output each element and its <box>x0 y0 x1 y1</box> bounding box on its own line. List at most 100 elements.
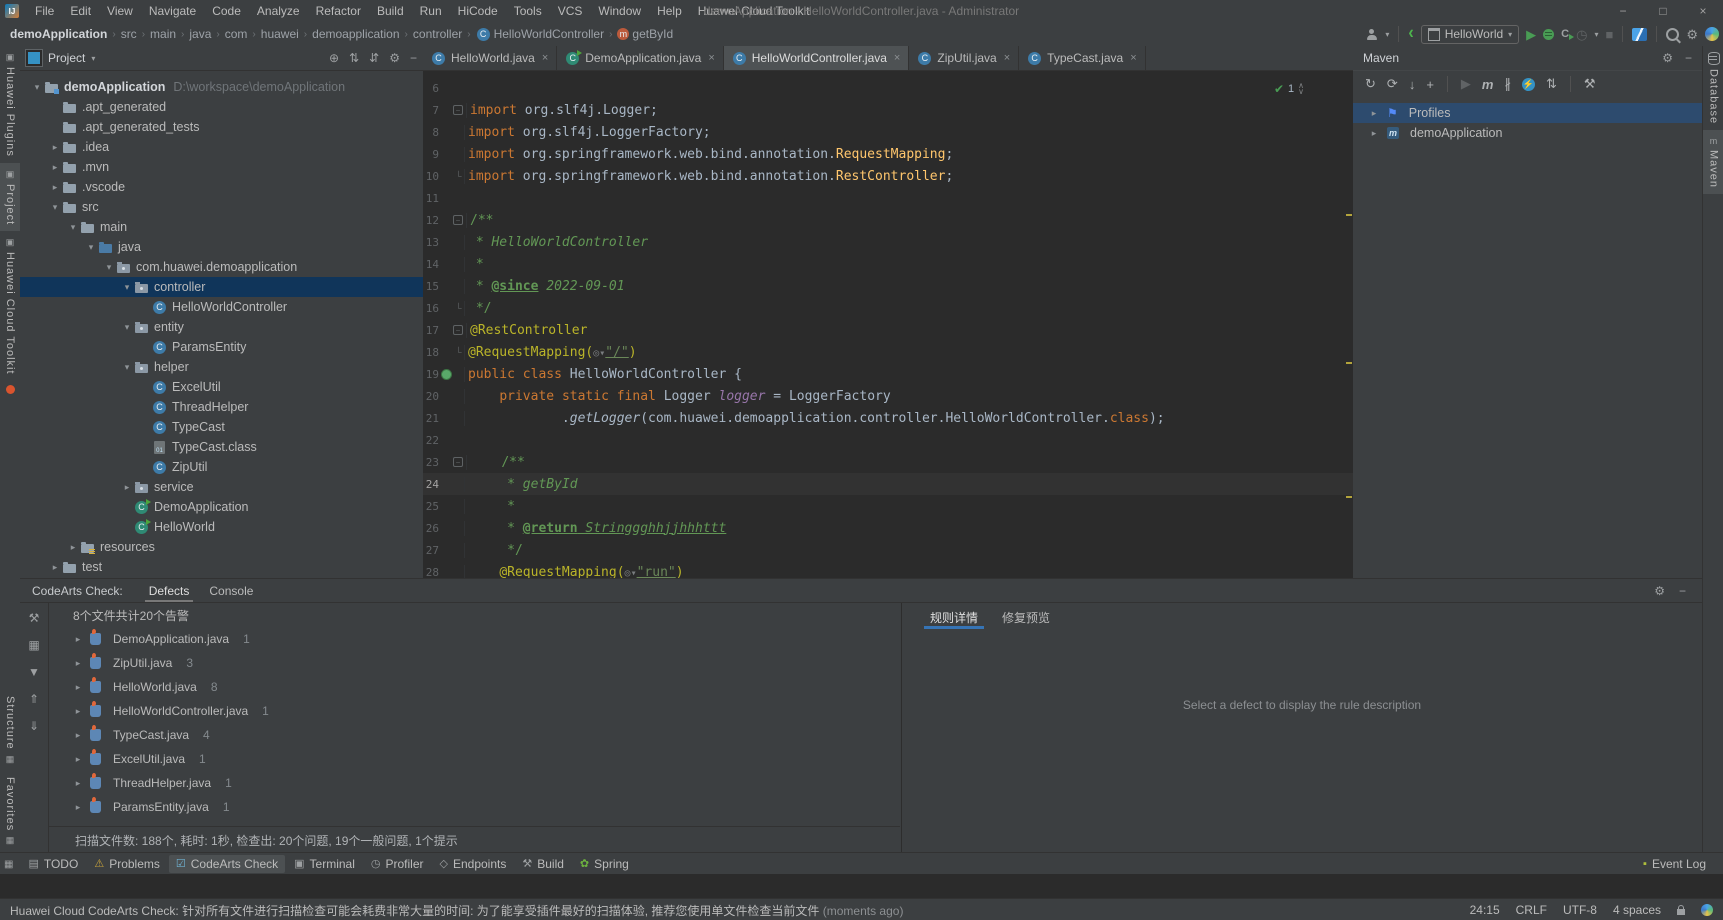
tree-item-threadhelper[interactable]: C ThreadHelper <box>20 397 423 417</box>
menu-item-file[interactable]: File <box>27 0 62 22</box>
tree-arrow-icon[interactable]: ▸ <box>73 802 83 813</box>
code-line-19[interactable]: 19 public class HelloWorldController { <box>423 363 1353 385</box>
fold-marker-icon[interactable]: └ <box>453 171 464 181</box>
tree-arrow-icon[interactable]: ▾ <box>120 282 134 293</box>
fold-marker-icon[interactable]: − <box>453 105 463 115</box>
menu-item-tools[interactable]: Tools <box>506 0 550 22</box>
tool-window-button-terminal[interactable]: ▣ Terminal <box>287 855 362 873</box>
tool-window-button-todo[interactable]: ▤ TODO <box>21 855 85 873</box>
warning-mark[interactable] <box>1346 496 1352 498</box>
profiler-button[interactable]: ◷ <box>1576 28 1587 41</box>
code-line-11[interactable]: 11 <box>423 187 1353 209</box>
menu-item-build[interactable]: Build <box>369 0 412 22</box>
tab-defects[interactable]: Defects <box>139 579 200 602</box>
menu-item-hicode[interactable]: HiCode <box>450 0 506 22</box>
tool-windows-grip-icon[interactable]: ▦ <box>4 859 13 870</box>
warning-mark[interactable] <box>1346 362 1352 364</box>
tree-arrow-icon[interactable]: ▾ <box>120 322 134 333</box>
fold-marker-icon[interactable]: − <box>453 215 463 225</box>
wrench-icon[interactable]: ⚒ <box>29 611 40 625</box>
tree-item-demoapplication[interactable]: ▾ demoApplication D:\workspace\demoApplica… <box>20 77 423 97</box>
tree-arrow-icon[interactable]: ▸ <box>73 706 83 717</box>
tree-arrow-icon[interactable]: ▸ <box>73 658 83 669</box>
tree-arrow-icon[interactable]: ▾ <box>102 262 116 273</box>
chevron-down-icon[interactable]: ▾ <box>91 54 95 63</box>
maven-item-demoapplication[interactable]: ▸ m demoApplication <box>1353 123 1702 143</box>
editor-tab-demoapplication-java[interactable]: C DemoApplication.java × <box>557 46 724 70</box>
huawei-cloud-icon[interactable] <box>1705 27 1719 41</box>
menu-item-refactor[interactable]: Refactor <box>308 0 369 22</box>
indent-setting[interactable]: 4 spaces <box>1613 903 1661 917</box>
minimize-button[interactable]: − <box>1603 0 1643 22</box>
hide-panel-icon[interactable]: − <box>1685 51 1692 65</box>
menu-item-window[interactable]: Window <box>590 0 649 22</box>
breadcrumb-item[interactable]: C HelloWorldController <box>474 27 606 41</box>
tree-item-helloworld[interactable]: C HelloWorld <box>20 517 423 537</box>
editor-tab-typecast-java[interactable]: C TypeCast.java × <box>1019 46 1146 70</box>
code-line-17[interactable]: 17 − @RestController <box>423 319 1353 341</box>
breadcrumb-item[interactable]: com <box>223 27 250 41</box>
code-line-16[interactable]: 16 └ */ <box>423 297 1353 319</box>
code-line-28[interactable]: 28 @RequestMapping(◎▾"run") <box>423 561 1353 578</box>
tool-strip-tab-favorites[interactable]: Favorites ▦ <box>0 771 20 852</box>
maven-item-profiles[interactable]: ▸ ⚑ Profiles <box>1353 103 1702 123</box>
tree-item-src[interactable]: ▾ src <box>20 197 423 217</box>
menu-item-analyze[interactable]: Analyze <box>249 0 308 22</box>
tree-item-typecast-class[interactable]: 01 TypeCast.class <box>20 437 423 457</box>
menu-item-code[interactable]: Code <box>204 0 249 22</box>
code-line-15[interactable]: 15 * @since 2022-09-01 <box>423 275 1353 297</box>
defect-file-row[interactable]: ▸ HelloWorld.java 8 <box>49 675 900 699</box>
tree-item-com-huawei-demoapplication[interactable]: ▾ com.huawei.demoapplication <box>20 257 423 277</box>
line-separator[interactable]: CRLF <box>1516 903 1547 917</box>
lock-icon[interactable] <box>1677 905 1685 915</box>
fold-marker-icon[interactable]: − <box>453 457 463 467</box>
tab-rule-detail[interactable]: 规则详情 <box>920 603 988 631</box>
status-message[interactable]: Huawei Cloud CodeArts Check: 针对所有文件进行扫描检… <box>0 902 903 919</box>
search-everywhere-icon[interactable] <box>1666 27 1680 41</box>
maximize-button[interactable]: □ <box>1643 0 1683 22</box>
project-settings-gear-icon[interactable]: ⚙ <box>389 51 400 65</box>
offline-mode-icon[interactable]: ⚡ <box>1521 77 1535 91</box>
fold-marker-icon[interactable]: └ <box>453 347 464 357</box>
tree-item--mvn[interactable]: ▸ .mvn <box>20 157 423 177</box>
tree-item-helper[interactable]: ▾ helper <box>20 357 423 377</box>
breadcrumb-item[interactable]: huawei <box>259 27 301 41</box>
code-line-6[interactable]: 6 <box>423 77 1353 99</box>
tool-window-button-build[interactable]: ⚒ Build <box>515 855 571 873</box>
fold-marker-icon[interactable]: └ <box>453 303 464 313</box>
filter-icon[interactable]: ▼ <box>28 665 40 679</box>
user-icon[interactable] <box>1366 28 1378 40</box>
maven-collapse-all-icon[interactable]: ⇅ <box>1546 76 1557 92</box>
download-sources-icon[interactable]: ↓ <box>1409 77 1416 92</box>
tree-item-resources[interactable]: ▸ resources <box>20 537 423 557</box>
expand-all-icon[interactable]: ⇑ <box>29 692 39 706</box>
tree-arrow-icon[interactable]: ▸ <box>73 778 83 789</box>
group-by-icon[interactable]: ▦ <box>28 638 39 652</box>
file-encoding[interactable]: UTF-8 <box>1563 903 1597 917</box>
skip-tests-icon[interactable]: ∦ <box>1504 76 1511 92</box>
breadcrumb-item[interactable]: src <box>119 27 139 41</box>
code-line-27[interactable]: 27 */ <box>423 539 1353 561</box>
tree-item--apt-generated-tests[interactable]: .apt_generated_tests <box>20 117 423 137</box>
code-line-7[interactable]: 7 − import org.slf4j.Logger; <box>423 99 1353 121</box>
menu-item-edit[interactable]: Edit <box>62 0 99 22</box>
tree-item-excelutil[interactable]: C ExcelUtil <box>20 377 423 397</box>
code-line-13[interactable]: 13 * HelloWorldController <box>423 231 1353 253</box>
tree-arrow-icon[interactable]: ▸ <box>73 682 83 693</box>
generate-sources-icon[interactable]: ⟳ <box>1387 76 1398 92</box>
event-log-button[interactable]: ▪ Event Log <box>1636 855 1713 873</box>
debug-button[interactable] <box>1543 28 1555 40</box>
code-line-21[interactable]: 21 .getLogger(com.huawei.demoapplication… <box>423 407 1353 429</box>
caret-position[interactable]: 24:15 <box>1470 903 1500 917</box>
tool-strip-tab-huawei-cloud-toolkit[interactable]: ▣ Huawei Cloud Toolkit <box>0 231 20 381</box>
defect-file-row[interactable]: ▸ ThreadHelper.java 1 <box>49 771 900 795</box>
code-line-12[interactable]: 12 −/** <box>423 209 1353 231</box>
run-button[interactable]: ▶ <box>1526 28 1536 41</box>
breadcrumb-item[interactable]: m getById <box>615 27 675 41</box>
close-tab-icon[interactable]: × <box>1004 52 1010 64</box>
maven-reload-icon[interactable]: ↻ <box>1365 76 1376 92</box>
tree-arrow-icon[interactable]: ▾ <box>120 362 134 373</box>
tree-arrow-icon[interactable]: ▾ <box>30 82 44 93</box>
code-line-14[interactable]: 14 * <box>423 253 1353 275</box>
next-warning-icon[interactable]: ∨ <box>1298 88 1304 96</box>
